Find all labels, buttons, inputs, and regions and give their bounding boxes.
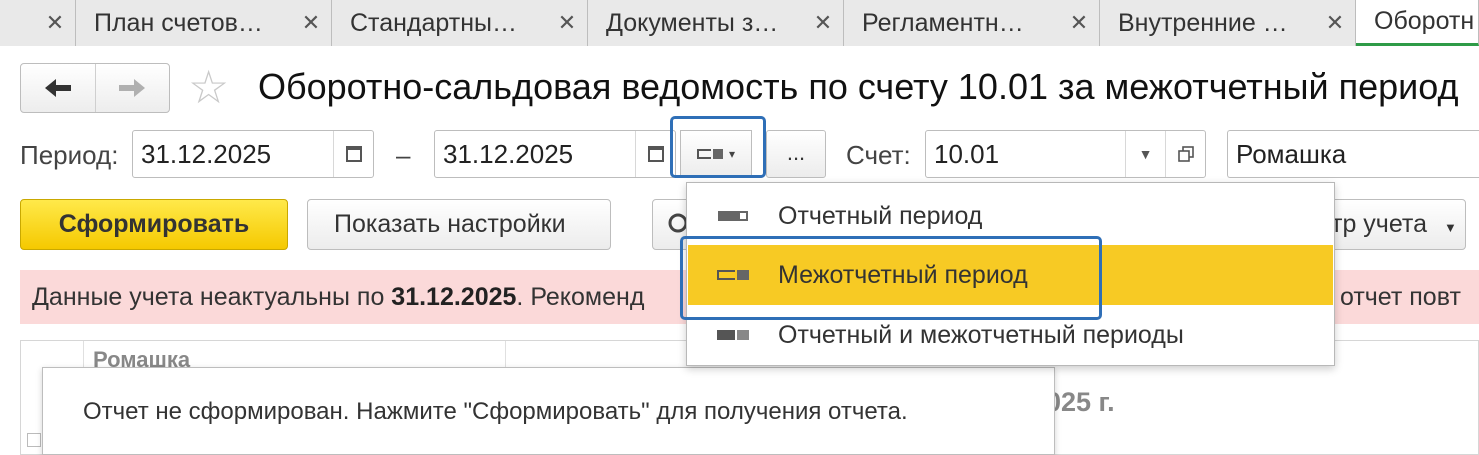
period-separator: – [396, 140, 411, 170]
calendar-button[interactable] [635, 131, 675, 177]
highlight-frame [670, 116, 766, 178]
star-icon[interactable]: ☆ [188, 62, 229, 112]
account-field[interactable]: 10.01 ▼ [925, 130, 1206, 178]
chevron-down-icon: ▼ [1138, 146, 1153, 162]
tab-label: Регламентн… [862, 8, 1024, 37]
show-settings-button[interactable]: Показать настройки [307, 199, 611, 250]
generate-button[interactable]: Сформировать [20, 199, 288, 250]
report-period-text: 025 г. [1046, 387, 1115, 417]
forward-button[interactable] [96, 64, 170, 112]
tab-label: План счетов… [94, 8, 263, 37]
tab-internal[interactable]: Внутренние … ✕ [1100, 0, 1356, 46]
tab-label: Документы з… [606, 8, 779, 37]
reporting-period-icon [688, 211, 778, 221]
tab-label: Стандартны… [350, 8, 518, 37]
open-button[interactable] [1165, 131, 1205, 177]
close-icon[interactable]: ✕ [1059, 10, 1099, 36]
page-title: Оборотно-сальдовая ведомость по счету 10… [258, 66, 1459, 107]
tab-bar: ✕ План счетов… ✕ Стандартны… ✕ Документы… [0, 0, 1479, 46]
account-label: Счет: [846, 140, 911, 170]
calendar-icon [345, 146, 362, 162]
close-icon[interactable]: ✕ [803, 10, 843, 36]
warning-text-tail: ь отчет повт [1320, 283, 1461, 311]
organization-field[interactable]: Ромашка [1227, 130, 1479, 178]
period-from-field[interactable]: 31.12.2025 [132, 130, 374, 178]
warning-text: . Рекоменд [516, 283, 645, 311]
period-to-field[interactable]: 31.12.2025 [434, 130, 676, 178]
organization-value: Ромашка [1236, 139, 1347, 169]
tab-standard[interactable]: Стандартны… ✕ [332, 0, 588, 46]
tab-label: Внутренние … [1118, 8, 1288, 37]
close-icon[interactable]: ✕ [291, 10, 331, 36]
period-select-button[interactable]: ... [766, 130, 826, 178]
open-window-icon [1177, 146, 1194, 162]
tab-turnover-active[interactable]: Оборотн [1356, 0, 1479, 46]
back-button[interactable] [21, 64, 96, 112]
close-icon[interactable]: ✕ [35, 10, 75, 36]
account-dropdown-button[interactable]: ▼ [1125, 131, 1165, 177]
tab-regulated[interactable]: Регламентн… ✕ [844, 0, 1100, 46]
chevron-down-icon: ▼ [1443, 220, 1457, 235]
tab-chart-of-accounts[interactable]: План счетов… ✕ [76, 0, 332, 46]
period-from-value: 31.12.2025 [141, 139, 272, 169]
both-periods-icon [688, 330, 778, 340]
accounting-register-label: тр учета [1331, 210, 1427, 238]
close-icon[interactable]: ✕ [1315, 10, 1355, 36]
collapse-icon[interactable] [27, 433, 41, 447]
tab-documents[interactable]: Документы з… ✕ [588, 0, 844, 46]
warning-text: Данные учета неактуальны по [32, 283, 392, 311]
warning-date: 31.12.2025 [391, 283, 517, 311]
report-not-generated-message: Отчет не сформирован. Нажмите "Сформиров… [42, 367, 1055, 455]
navigation-group [20, 63, 170, 113]
calendar-icon [647, 146, 664, 162]
highlight-frame [680, 236, 1102, 320]
period-to-value: 31.12.2025 [443, 139, 574, 169]
arrow-left-icon [44, 79, 71, 97]
account-value: 10.01 [934, 139, 1000, 169]
menu-item-label: Отчетный период [778, 201, 983, 230]
tab-partial[interactable]: ✕ [0, 0, 76, 46]
tab-label: Оборотн [1374, 7, 1475, 35]
period-label: Период: [20, 140, 119, 170]
arrow-right-icon [119, 79, 146, 97]
calendar-button[interactable] [333, 131, 373, 177]
menu-item-label: Отчетный и межотчетный периоды [778, 320, 1184, 349]
close-icon[interactable]: ✕ [547, 10, 587, 36]
